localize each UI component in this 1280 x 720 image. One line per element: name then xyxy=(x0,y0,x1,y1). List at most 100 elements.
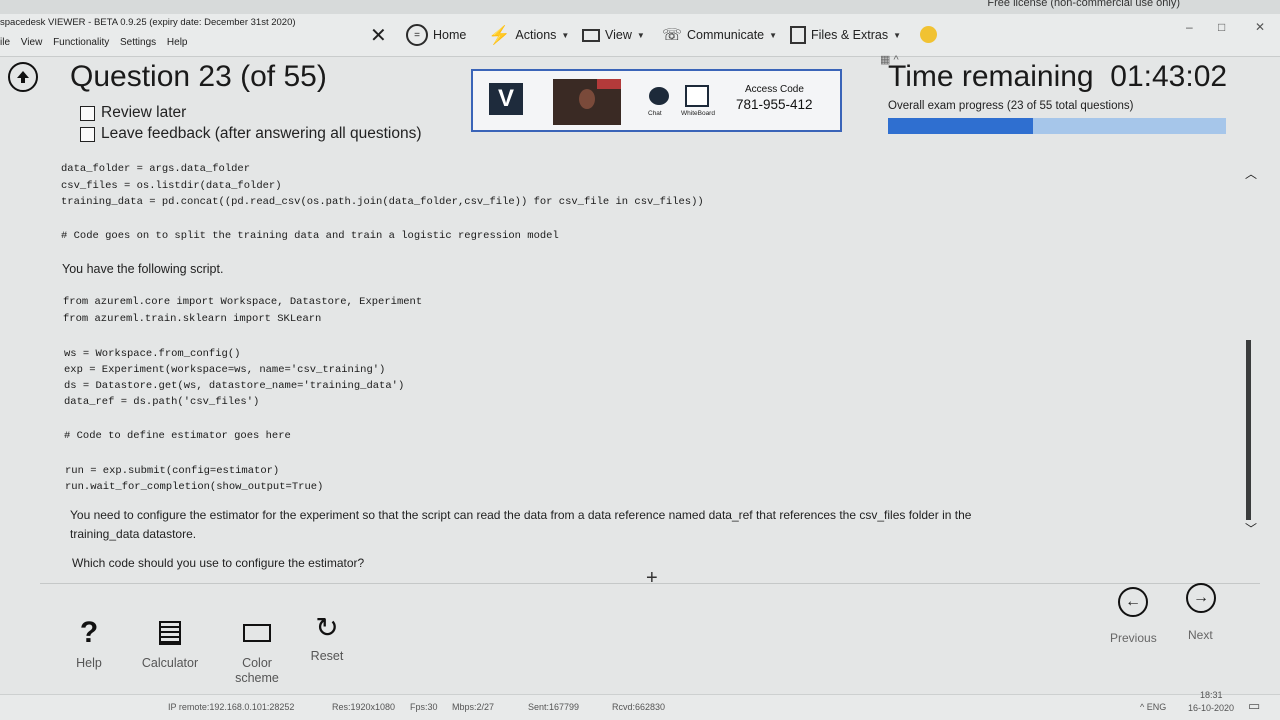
color-scheme-button[interactable]: Color scheme xyxy=(222,618,292,686)
notification-icon[interactable]: ▭ xyxy=(1248,698,1260,714)
code-comment: # Code to define estimator goes here xyxy=(64,430,291,442)
window-close-button[interactable]: ✕ xyxy=(1255,20,1265,34)
back-arrow-button[interactable] xyxy=(8,62,38,92)
help-button[interactable]: ? Help xyxy=(66,616,112,670)
question-content: data_folder = args.data_folder csv_files… xyxy=(40,152,1245,570)
status-mbps: Mbps:2/27 xyxy=(452,702,495,712)
previous-button[interactable]: ← xyxy=(1118,587,1148,617)
home-label: Home xyxy=(433,28,467,42)
code-line: from azureml.train.sklearn import SKLear… xyxy=(63,313,322,325)
requirement-text: training_data datastore. xyxy=(70,527,197,541)
close-icon: ✕ xyxy=(370,24,387,47)
chat-label: Chat xyxy=(648,110,662,117)
overall-progress-label: Overall exam progress (23 of 55 total qu… xyxy=(888,100,1134,112)
chevron-down-icon: ▼ xyxy=(561,30,570,40)
next-button[interactable]: → xyxy=(1186,583,1216,613)
proctor-panel: V Chat WhiteBoard Access Code 781-955-41… xyxy=(471,69,842,132)
phone-icon: ☏ xyxy=(662,27,683,44)
chevron-down-icon: ▼ xyxy=(636,30,645,40)
leave-feedback-label: Leave feedback (after answering all ques… xyxy=(101,125,422,142)
status-fps: Fps:30 xyxy=(410,702,438,712)
arrow-left-icon: ← xyxy=(1118,587,1148,617)
next-label: Next xyxy=(1188,628,1213,642)
review-later-checkbox[interactable]: Review later xyxy=(80,104,186,122)
maximize-button[interactable]: □ xyxy=(1218,20,1225,34)
view-label: View xyxy=(605,28,632,42)
menu-file[interactable]: ile xyxy=(0,37,10,48)
status-sent: Sent:167799 xyxy=(528,702,580,712)
arrow-right-icon: → xyxy=(1186,583,1216,613)
code-line: data_folder = args.data_folder xyxy=(61,163,251,175)
code-line: exp = Experiment(workspace=ws, name='csv… xyxy=(64,364,386,376)
checkbox-icon xyxy=(80,105,95,121)
whiteboard-icon[interactable] xyxy=(685,85,709,107)
menu-view[interactable]: View xyxy=(21,37,43,48)
code-line: from azureml.core import Workspace, Data… xyxy=(63,296,423,308)
chevron-down-icon: ▼ xyxy=(769,30,778,40)
access-code-label: Access Code xyxy=(745,84,804,95)
clock-time: 18:31 xyxy=(1200,690,1223,700)
help-label: Help xyxy=(76,656,102,670)
question-intro: You have the following script. xyxy=(62,262,224,276)
code-line: data_ref = ds.path('csv_files') xyxy=(64,396,260,408)
proctor-logo: V xyxy=(489,83,523,115)
app-title: spacedesk VIEWER - BETA 0.9.25 (expiry d… xyxy=(0,17,296,28)
menu-functionality[interactable]: Functionality xyxy=(53,37,109,48)
access-code-value: 781-955-412 xyxy=(736,97,813,112)
checkbox-icon xyxy=(80,126,95,142)
question-title: Question 23 (of 55) xyxy=(70,60,327,93)
status-resolution: Res:1920x1080 xyxy=(332,702,396,712)
clock-date: 16-10-2020 xyxy=(1188,703,1235,713)
reset-label: Reset xyxy=(310,649,344,663)
scrollbar-thumb[interactable] xyxy=(1246,340,1251,520)
language-indicator[interactable]: ^ ENG xyxy=(1140,702,1166,712)
code-line: ds = Datastore.get(ws, datastore_name='t… xyxy=(64,380,405,392)
communicate-button[interactable]: ☏ Communicate ▼ xyxy=(662,22,777,48)
up-arrow-icon xyxy=(17,71,29,83)
actions-label: Actions xyxy=(515,28,557,42)
language-label: ENG xyxy=(1146,702,1167,712)
question-prompt: Which code should you use to configure t… xyxy=(72,556,365,570)
leave-feedback-checkbox[interactable]: Leave feedback (after answering all ques… xyxy=(80,125,422,143)
scroll-up-icon[interactable]: ︿ xyxy=(1245,165,1257,182)
lightning-icon: ⚡ xyxy=(488,24,511,45)
files-extras-button[interactable]: Files & Extras ▼ xyxy=(790,22,901,48)
code-line: training_data = pd.concat((pd.read_csv(o… xyxy=(61,196,704,208)
home-button[interactable]: = Home xyxy=(406,22,466,48)
actions-button[interactable]: ⚡ Actions ▼ xyxy=(488,22,569,48)
scroll-down-icon[interactable]: ﹀ xyxy=(1245,520,1257,537)
view-button[interactable]: View ▼ xyxy=(582,22,645,48)
requirement-text: You need to configure the estimator for … xyxy=(70,508,972,522)
chat-icon[interactable] xyxy=(649,87,669,105)
menu-help[interactable]: Help xyxy=(167,37,188,48)
time-value: 01:43:02 xyxy=(1110,60,1228,93)
status-received: Rcvd:662830 xyxy=(612,702,666,712)
toolbar-close-button[interactable]: ✕ xyxy=(370,22,387,48)
time-label: Time remaining xyxy=(888,60,1094,93)
files-label: Files & Extras xyxy=(811,28,889,42)
license-text: Free license (non-commercial use only) xyxy=(987,0,1180,9)
monitor-icon xyxy=(243,618,271,648)
emoji-icon[interactable] xyxy=(920,26,937,43)
menu-bar: ile View Functionality Settings Help xyxy=(0,37,196,48)
files-icon xyxy=(790,26,806,44)
code-line: csv_files = os.listdir(data_folder) xyxy=(61,180,282,192)
menu-settings[interactable]: Settings xyxy=(120,37,156,48)
minimize-button[interactable]: – xyxy=(1186,20,1193,34)
code-line: run.wait_for_completion(show_output=True… xyxy=(65,481,324,493)
calculator-label: Calculator xyxy=(141,656,199,670)
status-taskbar: IP remote:192.168.0.101:28252 Res:1920x1… xyxy=(0,690,1280,720)
time-remaining: Time remaining 01:43:02 xyxy=(888,60,1227,94)
code-line: ws = Workspace.from_config() xyxy=(64,348,241,360)
calculator-button[interactable]: Calculator xyxy=(132,618,208,670)
progress-bar-fill xyxy=(888,118,1034,134)
cursor-icon: + xyxy=(646,567,658,589)
reset-button[interactable]: ↻ Reset xyxy=(302,612,352,664)
code-line: run = exp.submit(config=estimator) xyxy=(65,465,280,477)
chevron-down-icon: ▼ xyxy=(893,30,902,40)
whiteboard-label: WhiteBoard xyxy=(681,110,715,117)
color-scheme-label: Color scheme xyxy=(235,656,279,685)
calculator-icon xyxy=(159,618,181,648)
code-comment: # Code goes on to split the training dat… xyxy=(61,230,559,242)
review-later-label: Review later xyxy=(101,104,187,121)
